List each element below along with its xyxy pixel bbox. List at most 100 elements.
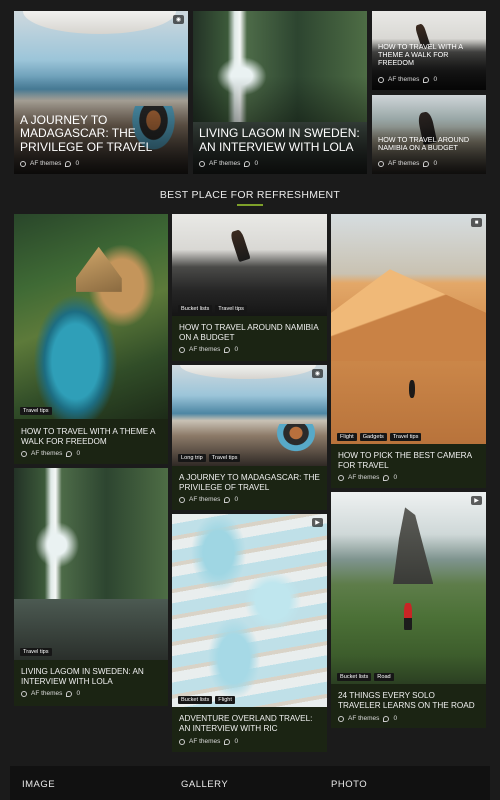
post-meta: AF themes 0 <box>179 496 238 503</box>
chat-icon: ■ <box>471 218 482 227</box>
post-image[interactable] <box>331 214 486 444</box>
post-meta: AF themes 0 <box>20 160 79 167</box>
comment-count[interactable]: 0 <box>393 474 397 481</box>
tag-list: Long trip Travel tips <box>178 454 241 462</box>
tag-flight[interactable]: Flight <box>215 696 235 704</box>
comment-icon <box>423 76 430 83</box>
post-meta: AF themes 0 <box>21 690 80 697</box>
author-link[interactable]: AF themes <box>189 738 220 745</box>
hero-card-madagascar[interactable]: ◉ A JOURNEY TO MADAGASCAR: THE PRIVILEGE… <box>14 11 188 174</box>
comment-count[interactable]: 0 <box>393 715 397 722</box>
user-icon <box>338 715 344 722</box>
author-link[interactable]: AF themes <box>31 690 62 697</box>
footer-heading-image: IMAGE <box>22 779 56 790</box>
post-meta: AF themes 0 <box>378 76 437 83</box>
post-title[interactable]: A JOURNEY TO MADAGASCAR: THE PRIVILEGE O… <box>179 473 320 494</box>
comment-count[interactable]: 0 <box>433 76 437 83</box>
comment-count[interactable]: 0 <box>75 160 79 167</box>
tag-bucket-lists[interactable]: Bucket lists <box>178 305 213 313</box>
author-link[interactable]: AF themes <box>209 160 240 167</box>
user-icon <box>21 450 27 457</box>
post-card[interactable]: Travel tips LIVING LAGOM IN SWEDEN: AN I… <box>14 468 168 706</box>
tag-travel-tips[interactable]: Travel tips <box>20 407 52 415</box>
post-title[interactable]: LIVING LAGOM IN SWEDEN: AN INTERVIEW WIT… <box>21 667 161 688</box>
author-link[interactable]: AF themes <box>388 160 419 167</box>
tag-list: Bucket lists Flight <box>178 696 235 704</box>
tag-bucket-lists[interactable]: Bucket lists <box>337 673 372 681</box>
camera-icon: ◉ <box>173 15 184 24</box>
hero-card-lagom[interactable]: LIVING LAGOM IN SWEDEN: AN INTERVIEW WIT… <box>193 11 367 174</box>
user-icon <box>378 160 384 167</box>
post-title[interactable]: HOW TO PICK THE BEST CAMERA FOR TRAVEL <box>338 451 479 472</box>
post-image[interactable] <box>172 365 327 466</box>
comment-icon <box>383 474 390 481</box>
author-link[interactable]: AF themes <box>189 496 220 503</box>
author-link[interactable]: AF themes <box>348 474 379 481</box>
comment-count[interactable]: 0 <box>254 160 258 167</box>
post-title[interactable]: HOW TO TRAVEL WITH A THEME A WALK FOR FR… <box>21 427 161 448</box>
post-image[interactable] <box>331 492 486 684</box>
tag-flight[interactable]: Flight <box>337 433 357 441</box>
hero-card-namibia[interactable]: HOW TO TRAVEL AROUND NAMIBIA ON A BUDGET… <box>372 95 486 174</box>
comment-count[interactable]: 0 <box>234 738 238 745</box>
user-icon <box>179 346 185 353</box>
user-icon <box>179 738 185 745</box>
post-card[interactable]: Travel tips HOW TO TRAVEL WITH A THEME A… <box>14 214 168 464</box>
post-card[interactable]: Bucket lists Travel tips HOW TO TRAVEL A… <box>172 214 327 361</box>
post-card[interactable]: ▶ Bucket lists Flight ADVENTURE OVERLAND… <box>172 514 327 752</box>
footer-heading-photo: PHOTO <box>331 779 368 790</box>
tag-list: Travel tips <box>20 648 52 656</box>
post-title[interactable]: 24 THINGS EVERY SOLO TRAVELER LEARNS ON … <box>338 691 479 712</box>
user-icon <box>199 160 205 167</box>
post-image[interactable] <box>14 468 168 660</box>
tag-travel-tips[interactable]: Travel tips <box>215 305 247 313</box>
author-link[interactable]: AF themes <box>348 715 379 722</box>
comment-icon <box>65 160 72 167</box>
tag-list: Bucket lists Travel tips <box>178 305 247 313</box>
footer-heading-gallery: GALLERY <box>181 779 229 790</box>
tag-travel-tips[interactable]: Travel tips <box>20 648 52 656</box>
tag-long-trip[interactable]: Long trip <box>178 454 206 462</box>
comment-count[interactable]: 0 <box>433 160 437 167</box>
post-image[interactable] <box>14 214 168 419</box>
post-title[interactable]: HOW TO TRAVEL AROUND NAMIBIA ON A BUDGET <box>179 323 320 344</box>
comment-count[interactable]: 0 <box>234 346 238 353</box>
post-card[interactable]: ▶ Bucket lists Road 24 THINGS EVERY SOLO… <box>331 492 486 728</box>
comment-icon <box>224 346 231 353</box>
post-image[interactable] <box>172 514 327 707</box>
author-link[interactable]: AF themes <box>31 450 62 457</box>
comment-icon <box>224 738 231 745</box>
post-meta: AF themes 0 <box>199 160 258 167</box>
post-card[interactable]: ■ Flight Gadgets Travel tips HOW TO PICK… <box>331 214 486 488</box>
tag-road[interactable]: Road <box>374 673 394 681</box>
author-link[interactable]: AF themes <box>189 346 220 353</box>
tag-gadgets[interactable]: Gadgets <box>359 433 387 441</box>
hero-title[interactable]: HOW TO TRAVEL WITH A THEME A WALK FOR FR… <box>378 42 480 67</box>
post-meta: AF themes 0 <box>21 450 80 457</box>
video-icon: ▶ <box>312 518 323 527</box>
user-icon <box>338 474 344 481</box>
hero-title[interactable]: HOW TO TRAVEL AROUND NAMIBIA ON A BUDGET <box>378 135 480 152</box>
post-card[interactable]: ◉ Long trip Travel tips A JOURNEY TO MAD… <box>172 365 327 510</box>
section-underline <box>237 204 263 206</box>
comment-count[interactable]: 0 <box>76 690 80 697</box>
post-meta: AF themes 0 <box>179 738 238 745</box>
hero-title[interactable]: LIVING LAGOM IN SWEDEN: AN INTERVIEW WIT… <box>199 126 361 154</box>
tag-travel-tips[interactable]: Travel tips <box>208 454 241 462</box>
hero-card-walk-freedom[interactable]: HOW TO TRAVEL WITH A THEME A WALK FOR FR… <box>372 11 486 90</box>
tag-bucket-lists[interactable]: Bucket lists <box>178 696 213 704</box>
hero-title[interactable]: A JOURNEY TO MADAGASCAR: THE PRIVILEGE O… <box>20 113 182 154</box>
author-link[interactable]: AF themes <box>30 160 61 167</box>
comment-count[interactable]: 0 <box>234 496 238 503</box>
author-link[interactable]: AF themes <box>388 76 419 83</box>
comment-count[interactable]: 0 <box>76 450 80 457</box>
user-icon <box>179 496 185 503</box>
section-heading: BEST PLACE FOR REFRESHMENT <box>159 189 341 201</box>
post-meta: AF themes 0 <box>378 160 437 167</box>
tag-list: Flight Gadgets Travel tips <box>337 433 422 441</box>
comment-icon <box>224 496 231 503</box>
post-title[interactable]: ADVENTURE OVERLAND TRAVEL: AN INTERVIEW … <box>179 714 320 735</box>
tag-list: Travel tips <box>20 407 52 415</box>
post-image[interactable] <box>172 214 327 316</box>
tag-travel-tips[interactable]: Travel tips <box>389 433 422 441</box>
